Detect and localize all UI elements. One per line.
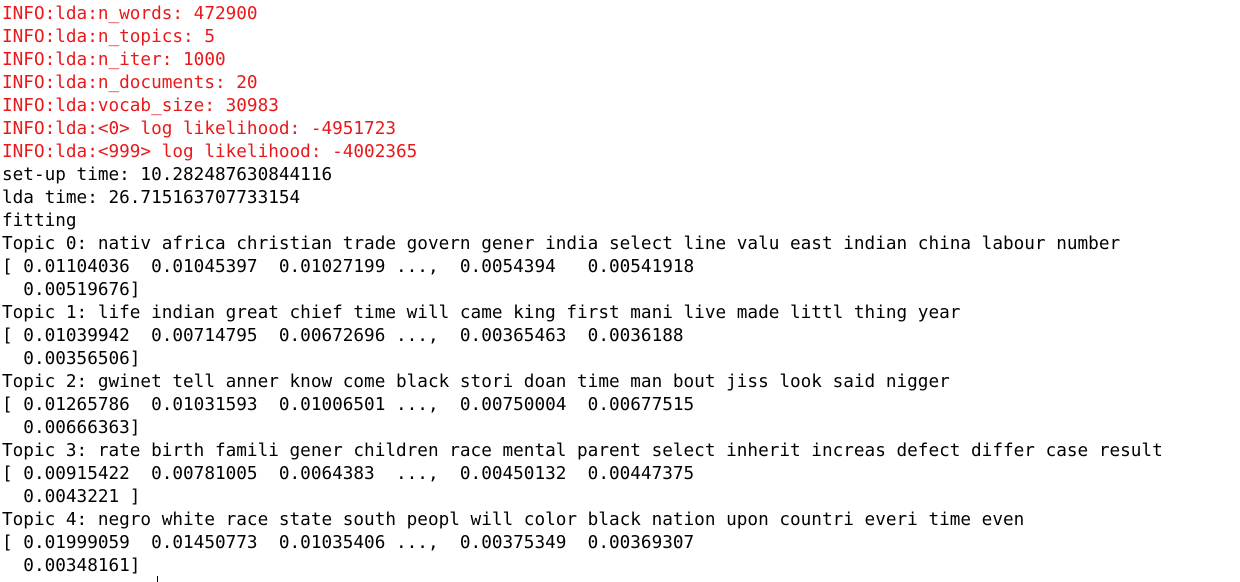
topic-label: Topic 3: rate birth famili gener childre… [2, 441, 1163, 461]
log-info-line: INFO:lda:n_iter: 1000 [2, 50, 226, 70]
log-info-line: INFO:lda:n_documents: 20 [2, 73, 258, 93]
topic-weights: 0.0043221 ] [2, 487, 141, 507]
topic-label: Topic 1: life indian great chief time wi… [2, 303, 961, 323]
console-output: INFO:lda:n_words: 472900 INFO:lda:n_topi… [2, 3, 1238, 578]
topic-weights: [ 0.01039942 0.00714795 0.00672696 ..., … [2, 326, 684, 346]
topic-label: Topic 2: gwinet tell anner know come bla… [2, 372, 950, 392]
topic-weights: 0.00348161] [2, 556, 141, 576]
fitting-line: fitting [2, 211, 77, 231]
lda-time-line: lda time: 26.715163707733154 [2, 188, 301, 208]
topic-weights: 0.00666363] [2, 418, 141, 438]
text-cursor [157, 576, 158, 582]
topic-weights: [ 0.01265786 0.01031593 0.01006501 ..., … [2, 395, 695, 415]
log-info-line: INFO:lda:n_topics: 5 [2, 27, 215, 47]
topic-label: Topic 0: nativ africa christian trade go… [2, 234, 1121, 254]
log-info-line: INFO:lda:n_words: 472900 [2, 4, 258, 24]
topic-weights: 0.00356506] [2, 349, 141, 369]
topic-weights: [ 0.01999059 0.01450773 0.01035406 ..., … [2, 533, 695, 553]
setup-time-line: set-up time: 10.282487630844116 [2, 165, 333, 185]
log-info-line: INFO:lda:<0> log likelihood: -4951723 [2, 119, 397, 139]
topic-weights: 0.00519676] [2, 280, 141, 300]
topic-weights: [ 0.00915422 0.00781005 0.0064383 ..., 0… [2, 464, 695, 484]
log-info-line: INFO:lda:<999> log likelihood: -4002365 [2, 142, 418, 162]
topic-weights: [ 0.01104036 0.01045397 0.01027199 ..., … [2, 257, 695, 277]
log-info-line: INFO:lda:vocab_size: 30983 [2, 96, 279, 116]
topic-label: Topic 4: negro white race state south pe… [2, 510, 1025, 530]
